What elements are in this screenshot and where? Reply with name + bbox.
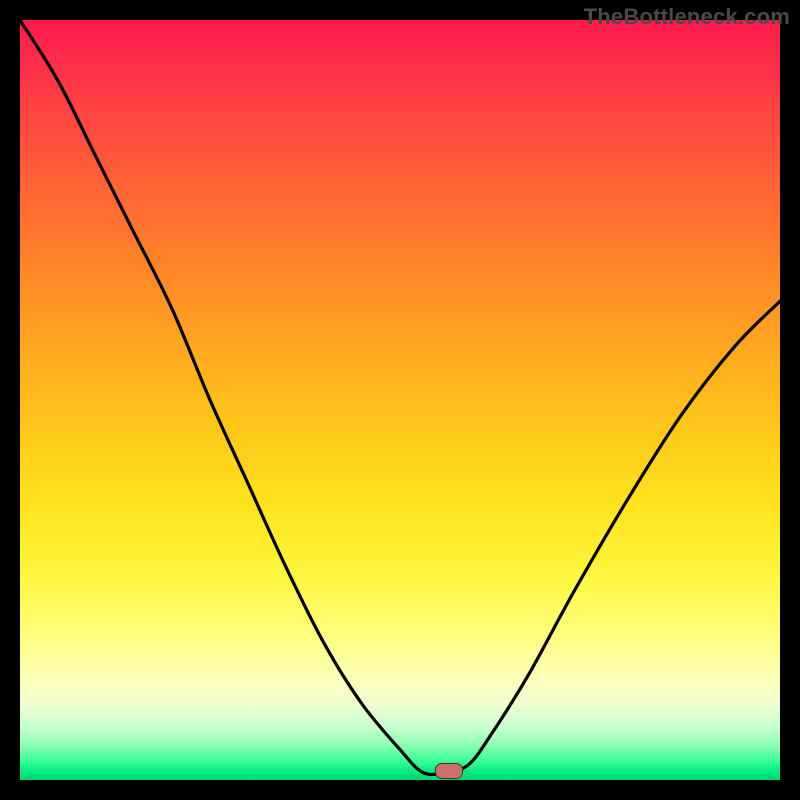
plot-area	[20, 20, 780, 780]
bottleneck-curve	[20, 20, 780, 780]
chart-frame: TheBottleneck.com	[0, 0, 800, 800]
watermark-label: TheBottleneck.com	[584, 4, 790, 30]
minimum-marker	[435, 763, 463, 779]
